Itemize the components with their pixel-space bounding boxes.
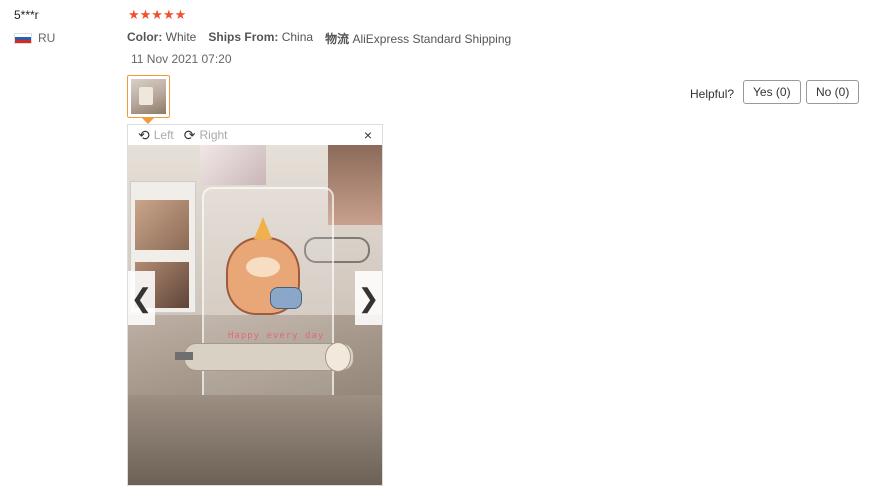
photo-desk: [128, 395, 382, 485]
bear-bag: [270, 287, 302, 309]
rotate-right-label: Right: [199, 128, 228, 142]
color-label: Color:: [127, 30, 163, 44]
box-cutter: [175, 342, 354, 372]
review-photo-thumbnail[interactable]: [127, 75, 170, 118]
rotate-left-button[interactable]: ⟲ Left: [138, 127, 174, 144]
helpful-label: Helpful?: [690, 87, 735, 101]
bear-face: [246, 257, 280, 277]
cat-paw: [325, 342, 351, 372]
photo-viewer: ⟲ Left ⟳ Right × Happy every day ❮ ❯: [127, 124, 383, 486]
wall-photo: [200, 145, 266, 185]
photo-shelf: [328, 145, 382, 225]
previous-photo-button[interactable]: ❮: [128, 271, 155, 325]
rotate-left-label: Left: [153, 128, 174, 142]
thumbnail-image: [131, 79, 166, 114]
viewer-toolbar: ⟲ Left ⟳ Right ×: [128, 125, 382, 145]
next-photo-button[interactable]: ❯: [355, 271, 382, 325]
review-meta: Color: White Ships From: China 物流 AliExp…: [127, 30, 511, 47]
russia-flag-icon: [14, 32, 32, 44]
review-photo: Happy every day ❮ ❯: [128, 145, 382, 485]
helpful-no-button[interactable]: No (0): [806, 80, 860, 104]
rotate-right-button[interactable]: ⟳ Right: [184, 127, 228, 144]
shipping-label: 物流: [325, 32, 350, 46]
party-hat: [254, 217, 272, 239]
poster-portrait-top: [135, 200, 189, 250]
cutter-blade: [175, 352, 193, 360]
reviewer-country: RU: [14, 31, 55, 45]
color-value: White: [165, 30, 197, 44]
helpful-yes-button[interactable]: Yes (0): [743, 80, 801, 104]
reviewer-name: 5***r: [14, 8, 39, 22]
shipping-value: AliExpress Standard Shipping: [352, 32, 512, 46]
ships-from-value: China: [281, 30, 314, 44]
ships-from-label: Ships From:: [208, 30, 279, 44]
review-date: 11 Nov 2021 07:20: [131, 52, 232, 66]
close-icon[interactable]: ×: [364, 127, 372, 143]
acrylic-caption: Happy every day: [228, 331, 325, 341]
star-rating: ★★★★★: [128, 7, 187, 22]
rotate-left-icon: ⟲: [138, 126, 150, 143]
country-code: RU: [38, 31, 56, 45]
rotate-right-icon: ⟳: [183, 126, 196, 143]
